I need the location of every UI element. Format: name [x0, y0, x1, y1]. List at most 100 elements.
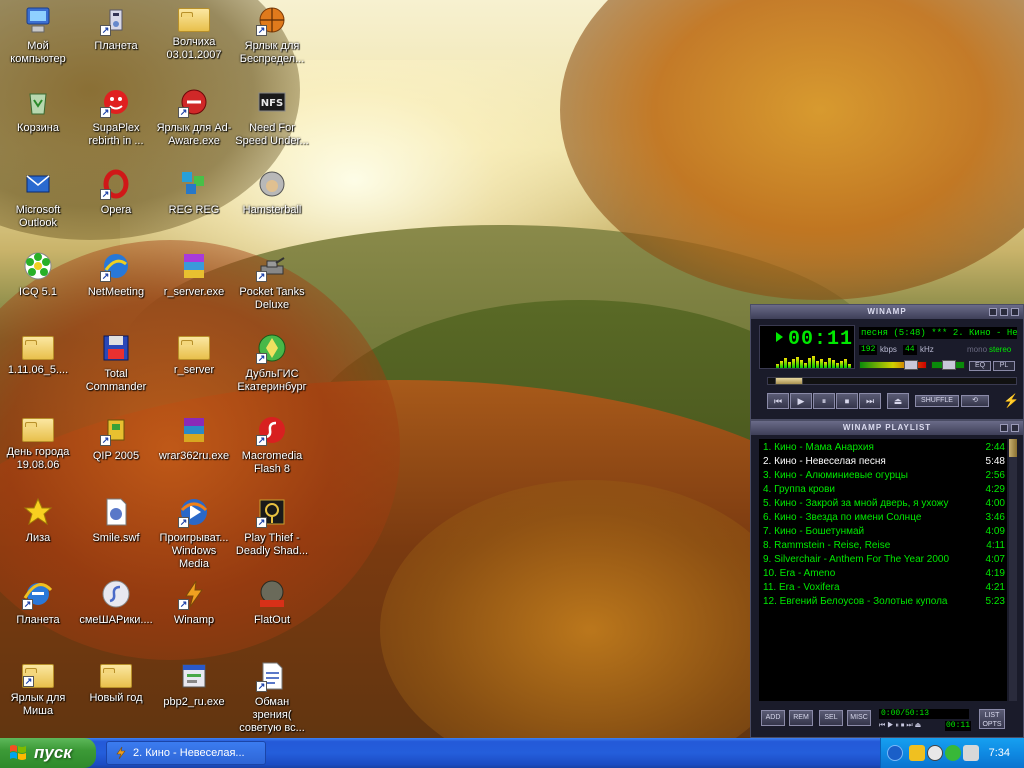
play-button[interactable]: ▶ — [790, 393, 812, 409]
desktop-icon-supaplex[interactable]: ↗ SupaPlex rebirth in ... — [78, 84, 154, 164]
desktop-icon-reg[interactable]: REG REG — [156, 166, 232, 246]
desktop-icon-thief[interactable]: ↗ Play Thief - Deadly Shad... — [234, 494, 310, 574]
playlist-scrollbar-thumb[interactable] — [1009, 439, 1017, 457]
desktop-icon-bespredel[interactable]: ↗ Ярлык для Беспредел... — [234, 2, 310, 82]
volume-icon[interactable] — [963, 745, 979, 761]
winamp-icon: ↗ — [178, 578, 210, 610]
seek-bar[interactable] — [767, 377, 1017, 385]
playlist-track[interactable]: 10. Era - Ameno 4:19 — [759, 567, 1007, 581]
winamp-song-title[interactable]: песня (5:48) *** 2. Кино - Невеселая пес… — [859, 327, 1017, 339]
shortcut-arrow-icon: ↗ — [23, 676, 34, 687]
playlist-titlebar[interactable]: WINAMP PLAYLIST — [751, 421, 1023, 435]
playlist-list-options-button[interactable]: LIST OPTS — [979, 709, 1005, 729]
desktop-icon-misha[interactable]: ↗ Ярлык для Миша — [0, 658, 76, 738]
stop-button[interactable]: ⏹ — [836, 393, 858, 409]
desktop-icon-r-server-exe[interactable]: r_server.exe — [156, 248, 232, 328]
desktop-icon-flatout[interactable]: FlatOut — [234, 576, 310, 656]
winamp-minimize-button[interactable] — [989, 308, 997, 316]
security-shield-icon[interactable] — [909, 745, 925, 761]
winamp-time-display[interactable]: 00:11 — [759, 325, 855, 369]
desktop-icon-volchiha[interactable]: Волчиха 03.01.2007 — [156, 2, 232, 82]
winamp-about-icon[interactable]: ⚡ — [1003, 393, 1019, 409]
playlist-close-button[interactable] — [1011, 424, 1019, 432]
network-icon[interactable] — [927, 745, 943, 761]
desktop-icon-winamp[interactable]: ↗ Winamp — [156, 576, 232, 656]
desktop-icon-planeta[interactable]: ↗ Планета — [78, 2, 154, 82]
playlist-select-button[interactable]: SEL — [819, 710, 843, 726]
playlist-toggle-button[interactable]: PL — [993, 361, 1015, 371]
pause-button[interactable]: ⏸ — [813, 393, 835, 409]
desktop-icon-recycle-bin[interactable]: Корзина — [0, 84, 76, 164]
flatout-icon — [256, 578, 288, 610]
spectrum-visualizer[interactable] — [776, 356, 852, 368]
start-button[interactable]: пуск — [0, 738, 96, 768]
desktop-icon-nfs[interactable]: NFS Need For Speed Under... — [234, 84, 310, 164]
seek-bar-knob[interactable] — [775, 377, 803, 385]
shuffle-button[interactable]: SHUFFLE — [915, 395, 959, 407]
netmeeting-icon: ↗ — [100, 250, 132, 282]
desktop-icon-liza[interactable]: Лиза — [0, 494, 76, 574]
desktop-icon-netmeeting[interactable]: ↗ NetMeeting — [78, 248, 154, 328]
playlist-track[interactable]: 5. Кино - Закрой за мной дверь, я ухожу 4… — [759, 497, 1007, 511]
winamp-titlebar[interactable]: WINAMP — [751, 305, 1023, 319]
desktop-icon-pbp2[interactable]: pbp2_ru.exe — [156, 658, 232, 738]
desktop-icon-planeta-ie[interactable]: ↗ Планета — [0, 576, 76, 656]
eject-button[interactable]: ⏏ — [887, 393, 909, 409]
playlist-add-button[interactable]: ADD — [761, 710, 785, 726]
desktop-icon-wrar362ru[interactable]: wrar362ru.exe — [156, 412, 232, 492]
volume-slider[interactable] — [859, 360, 927, 370]
volume-slider-knob[interactable] — [904, 360, 918, 370]
playlist-track[interactable]: 6. Кино - Звезда по имени Солнце 3:46 — [759, 511, 1007, 525]
repeat-button[interactable]: ⟲ — [961, 395, 989, 407]
desktop-icon-smile-swf[interactable]: Smile.swf — [78, 494, 154, 574]
desktop-icon-pocket-tanks[interactable]: ↗ Pocket Tanks Deluxe — [234, 248, 310, 328]
icon-label: Ярлык для Ad-Aware.exe — [156, 122, 232, 147]
playlist-scrollbar[interactable] — [1009, 439, 1017, 701]
icq-tray-icon[interactable] — [945, 745, 961, 761]
playlist-track[interactable]: 7. Кино - Бошетунмай 4:09 — [759, 525, 1007, 539]
desktop-icon-windows-media[interactable]: ↗ Проигрыват... Windows Media — [156, 494, 232, 574]
desktop-icon-hamsterball[interactable]: Hamsterball — [234, 166, 310, 246]
taskbar-clock[interactable]: 7:34 — [989, 738, 1010, 768]
desktop-icon-novyi-god[interactable]: Новый год — [78, 658, 154, 738]
desktop-icon-outlook[interactable]: Microsoft Outlook — [0, 166, 76, 246]
playlist-track[interactable]: 2. Кино - Невеселая песня 5:48 — [759, 455, 1007, 469]
desktop-icon-macromedia-flash[interactable]: ↗ Macromedia Flash 8 — [234, 412, 310, 492]
playlist-track[interactable]: 4. Группа крови 4:29 — [759, 483, 1007, 497]
playlist-track[interactable]: 3. Кино - Алюминиевые огурцы 2:56 — [759, 469, 1007, 483]
desktop-icon-qip[interactable]: ↗ QIP 2005 — [78, 412, 154, 492]
playlist-remove-button[interactable]: REM — [789, 710, 813, 726]
icon-label: Планета — [94, 40, 138, 52]
previous-button[interactable]: ⏮ — [767, 393, 789, 409]
winamp-shade-button[interactable] — [1000, 308, 1008, 316]
balance-slider-knob[interactable] — [942, 360, 956, 370]
desktop-icon-r-server-folder[interactable]: r_server — [156, 330, 232, 410]
playlist-shade-button[interactable] — [1000, 424, 1008, 432]
desktop-icon-obman-zreniya[interactable]: ↗ Обман зрения( советую вс... — [234, 658, 310, 738]
playlist-track[interactable]: 8. Rammstein - Reise, Reise 4:11 — [759, 539, 1007, 553]
desktop-icon-dublgis[interactable]: ↗ ДубльГИС Екатеринбург — [234, 330, 310, 410]
desktop-icon-den-goroda[interactable]: День города 19.08.06 — [0, 412, 76, 492]
playlist-track[interactable]: 12. Евгений Белоусов - Золотые купола 5:2… — [759, 595, 1007, 609]
playlist-track[interactable]: 11. Era - Voxifera 4:21 — [759, 581, 1007, 595]
playlist-tracks[interactable]: 1. Кино - Мама Анархия 2:44 2. Кино - Неве… — [759, 439, 1007, 701]
equalizer-toggle-button[interactable]: EQ — [969, 361, 991, 371]
show-hidden-icons-button[interactable] — [887, 745, 903, 761]
winamp-elapsed-time[interactable]: 00:11 — [788, 328, 853, 351]
playlist-misc-button[interactable]: MISC — [847, 710, 871, 726]
winamp-close-button[interactable] — [1011, 308, 1019, 316]
taskbar-winamp-button[interactable]: 2. Кино - Невеселая... — [106, 741, 266, 765]
desktop-icon-total-commander[interactable]: Total Commander — [78, 330, 154, 410]
playlist-track[interactable]: 9. Silverchair - Anthem For The Year 200… — [759, 553, 1007, 567]
next-button[interactable]: ⏭ — [859, 393, 881, 409]
winamp-main-window[interactable]: WINAMP 00:11 песня (5:48) *** 2. Кино - … — [750, 304, 1024, 420]
desktop-icon-smeshariki[interactable]: смеШАРики.... — [78, 576, 154, 656]
desktop-icon-ad-aware[interactable]: ↗ Ярлык для Ad-Aware.exe — [156, 84, 232, 164]
playlist-track[interactable]: 1. Кино - Мама Анархия 2:44 — [759, 441, 1007, 455]
desktop-icon-folder-1-11-06[interactable]: 1.11.06_5.... — [0, 330, 76, 410]
desktop-icon-icq[interactable]: ICQ 5.1 — [0, 248, 76, 328]
desktop-icon-my-computer[interactable]: Мой компьютер — [0, 2, 76, 82]
desktop-icon-opera[interactable]: ↗ Opera — [78, 166, 154, 246]
winamp-playlist-window[interactable]: WINAMP PLAYLIST 1. Кино - Мама Анархия 2:… — [750, 420, 1024, 738]
balance-slider[interactable] — [931, 360, 965, 370]
